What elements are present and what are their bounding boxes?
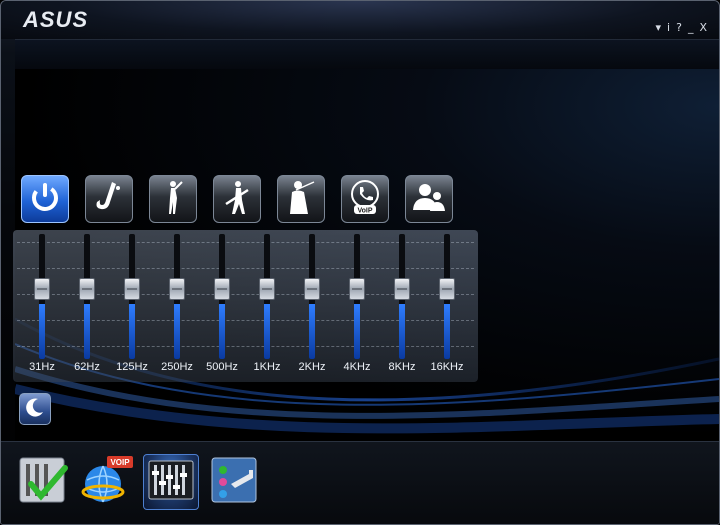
eq-slider-2khz[interactable] — [304, 234, 320, 359]
close-button[interactable]: X — [699, 21, 707, 34]
mixer-sliders-icon — [146, 455, 196, 510]
eq-slider-1khz[interactable] — [259, 234, 275, 359]
eq-slider-thumb[interactable] — [214, 278, 230, 300]
eq-slider-8khz[interactable] — [394, 234, 410, 359]
eq-band-label: 62Hz — [74, 361, 100, 373]
equalizer-panel: 31Hz 62Hz 125Hz 250Hz 500Hz 1KHz 2KHz 4KHz 8KHz 1… — [13, 230, 478, 382]
eq-slider-thumb[interactable] — [79, 278, 95, 300]
tab-device[interactable] — [207, 454, 263, 510]
bottom-tab-bar: VOIP — [1, 441, 719, 524]
eq-slider-thumb[interactable] — [124, 278, 140, 300]
eq-slider-31hz[interactable] — [34, 234, 50, 359]
eq-band-label: 125Hz — [116, 361, 148, 373]
eq-slider-thumb[interactable] — [394, 278, 410, 300]
eq-slider-fill — [174, 304, 180, 359]
header-ribbon — [15, 39, 719, 70]
tab-voip[interactable]: VOIP — [79, 454, 135, 510]
eq-slider-thumb[interactable] — [304, 278, 320, 300]
voip-phone-icon: VoIP — [346, 178, 384, 221]
eq-slider-thumb[interactable] — [439, 278, 455, 300]
eq-slider-thumb[interactable] — [34, 278, 50, 300]
eq-band-label: 1KHz — [253, 361, 281, 373]
minimize-button[interactable]: _ — [688, 21, 694, 34]
menu-dropdown-icon[interactable]: ▾ — [656, 21, 662, 34]
eq-slider-250hz[interactable] — [169, 234, 185, 359]
tab-system[interactable] — [15, 454, 71, 510]
preset-power-button[interactable] — [21, 175, 69, 223]
eq-band-label: 16KHz — [430, 361, 464, 373]
saxophone-icon — [90, 178, 128, 221]
preset-jazz-button[interactable] — [85, 175, 133, 223]
eq-slider-500hz[interactable] — [214, 234, 230, 359]
preset-pop-button[interactable] — [149, 175, 197, 223]
power-icon — [28, 180, 62, 219]
eq-slider-62hz[interactable] — [79, 234, 95, 359]
eq-band-label: 4KHz — [343, 361, 371, 373]
eq-slider-fill — [444, 304, 450, 359]
eq-slider-fill — [264, 304, 270, 359]
eq-slider-fill — [129, 304, 135, 359]
eq-slider-thumb[interactable] — [259, 278, 275, 300]
voip-globe-icon: VOIP — [79, 452, 135, 513]
eq-band-label: 500Hz — [206, 361, 238, 373]
preset-classical-button[interactable] — [277, 175, 325, 223]
eq-slider-fill — [219, 304, 225, 359]
app-window: ASUS ▾ i ? _ X VoIP 31Hz 62Hz 125Hz 250H… — [0, 0, 720, 525]
user-group-icon — [410, 178, 448, 221]
preset-voip-button[interactable]: VoIP — [341, 175, 389, 223]
info-icon[interactable]: i — [667, 21, 670, 34]
violinist-icon — [282, 178, 320, 221]
eq-slider-fill — [399, 304, 405, 359]
equalizer-check-icon — [17, 454, 69, 511]
night-mode-button[interactable] — [19, 393, 51, 425]
preset-user-button[interactable] — [405, 175, 453, 223]
help-icon[interactable]: ? — [676, 21, 682, 34]
eq-band-label: 8KHz — [388, 361, 416, 373]
eq-band-label: 31Hz — [29, 361, 55, 373]
eq-band-label: 2KHz — [298, 361, 326, 373]
eq-slider-4khz[interactable] — [349, 234, 365, 359]
preset-rock-button[interactable] — [213, 175, 261, 223]
window-controls: ▾ i ? _ X — [656, 21, 707, 34]
moon-icon — [24, 396, 46, 423]
audio-jack-icon — [209, 454, 261, 511]
eq-slider-fill — [309, 304, 315, 359]
dancer-icon — [154, 178, 192, 221]
eq-slider-fill — [84, 304, 90, 359]
eq-slider-16khz[interactable] — [439, 234, 455, 359]
eq-slider-thumb[interactable] — [349, 278, 365, 300]
eq-slider-fill — [354, 304, 360, 359]
asus-logo: ASUS — [23, 7, 89, 32]
guitarist-icon — [218, 178, 256, 221]
preset-row: VoIP — [21, 175, 453, 223]
eq-slider-fill — [39, 304, 45, 359]
eq-slider-125hz[interactable] — [124, 234, 140, 359]
eq-slider-thumb[interactable] — [169, 278, 185, 300]
svg-text:VOIP: VOIP — [110, 458, 130, 467]
eq-band-label: 250Hz — [161, 361, 193, 373]
title-bar[interactable]: ASUS ▾ i ? _ X — [1, 1, 719, 39]
tab-equalizer[interactable] — [143, 454, 199, 510]
svg-text:VoIP: VoIP — [357, 207, 372, 214]
